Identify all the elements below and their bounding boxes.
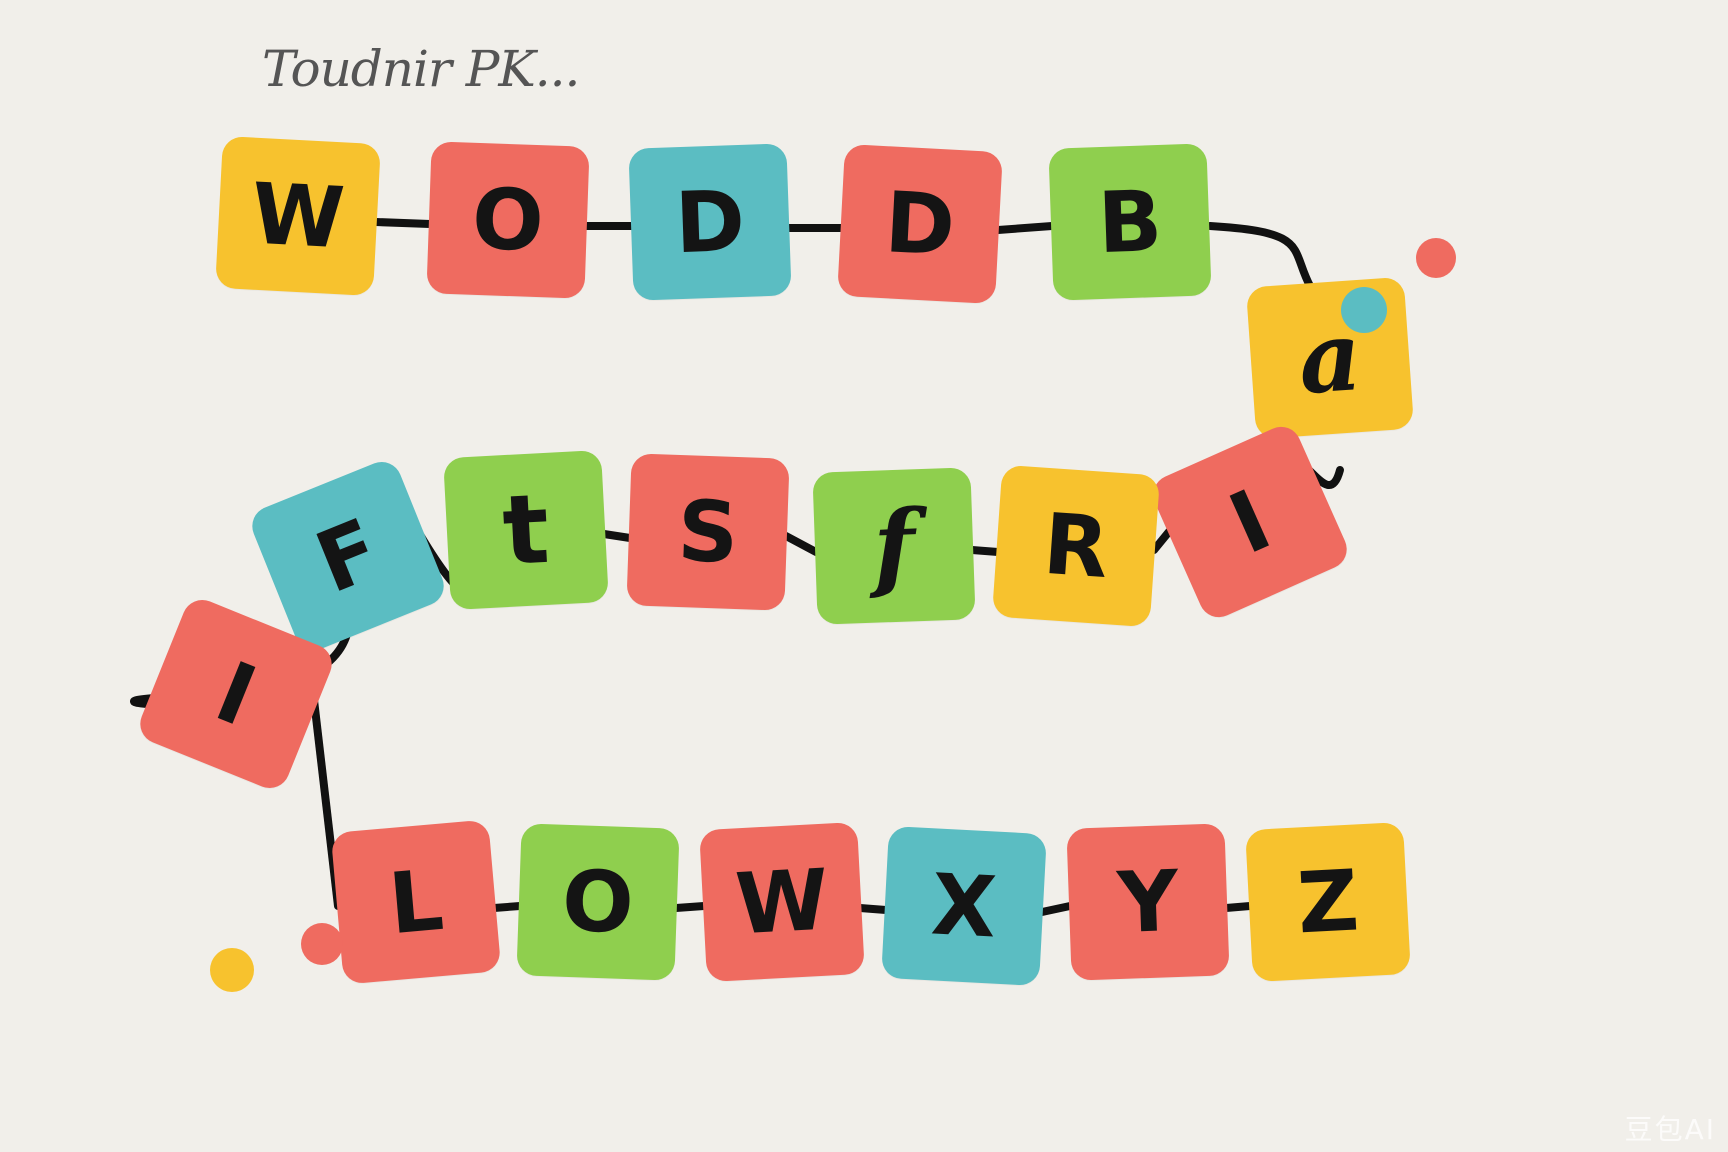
tile-letter: O (470, 169, 546, 271)
game-board: Toudnir PK... WODDBaIRfStFILOWXYZ 豆包AI (0, 0, 1728, 1152)
tile-letter: f (871, 488, 917, 603)
connector-segment (372, 218, 434, 228)
letter-tile[interactable]: R (991, 464, 1161, 628)
decor-dot (301, 923, 343, 965)
connector-segment (1038, 902, 1074, 916)
letter-tile[interactable]: O (426, 141, 590, 299)
letter-tile[interactable]: B (1048, 143, 1212, 301)
letter-tile[interactable]: Z (1245, 821, 1411, 983)
tile-letter: Y (1115, 851, 1181, 953)
tile-letter: W (249, 164, 347, 268)
letter-tile[interactable]: Y (1066, 823, 1230, 981)
tile-letter: L (385, 850, 447, 954)
board-title: Toudnir PK... (262, 40, 580, 98)
tile-letter: Z (1295, 851, 1361, 953)
connector-segment (968, 546, 1002, 556)
tile-letter: F (303, 499, 393, 613)
tile-letter: I (203, 642, 269, 746)
connector-segment (1206, 222, 1314, 290)
tile-letter: O (560, 851, 636, 953)
letter-tile[interactable]: f (812, 467, 976, 625)
connector-segment (600, 530, 634, 542)
connector-segment (782, 532, 820, 556)
tile-letter: R (1040, 494, 1112, 598)
letter-tile[interactable]: D (837, 143, 1003, 305)
letter-tile[interactable]: t (443, 449, 609, 611)
letter-tile[interactable]: W (215, 135, 381, 297)
decor-dot (210, 948, 254, 992)
tile-letter: S (676, 481, 740, 583)
letter-tile[interactable]: W (699, 821, 865, 983)
connector-segment (490, 902, 524, 912)
tile-letter: t (500, 472, 552, 588)
watermark: 豆包AI (1624, 1113, 1716, 1146)
decor-dot (1416, 238, 1456, 278)
letter-tile[interactable]: D (628, 143, 792, 301)
tile-letter: I (1215, 470, 1285, 574)
letter-tile[interactable]: a (1245, 276, 1415, 440)
connector-segment (672, 902, 708, 912)
tile-letter: D (882, 173, 958, 275)
letter-tile[interactable]: L (330, 819, 502, 985)
letter-tile[interactable]: O (516, 823, 680, 981)
letter-tile[interactable]: X (881, 825, 1047, 987)
connector-segment (856, 904, 890, 914)
connector-segment (994, 222, 1056, 234)
tile-letter: W (733, 850, 831, 954)
tile-letter: X (929, 855, 999, 957)
decor-dot (1341, 287, 1387, 333)
tile-letter: D (673, 171, 747, 273)
tile-letter: B (1096, 171, 1164, 273)
letter-tile[interactable]: S (626, 453, 790, 611)
connector-segment (1222, 902, 1254, 912)
